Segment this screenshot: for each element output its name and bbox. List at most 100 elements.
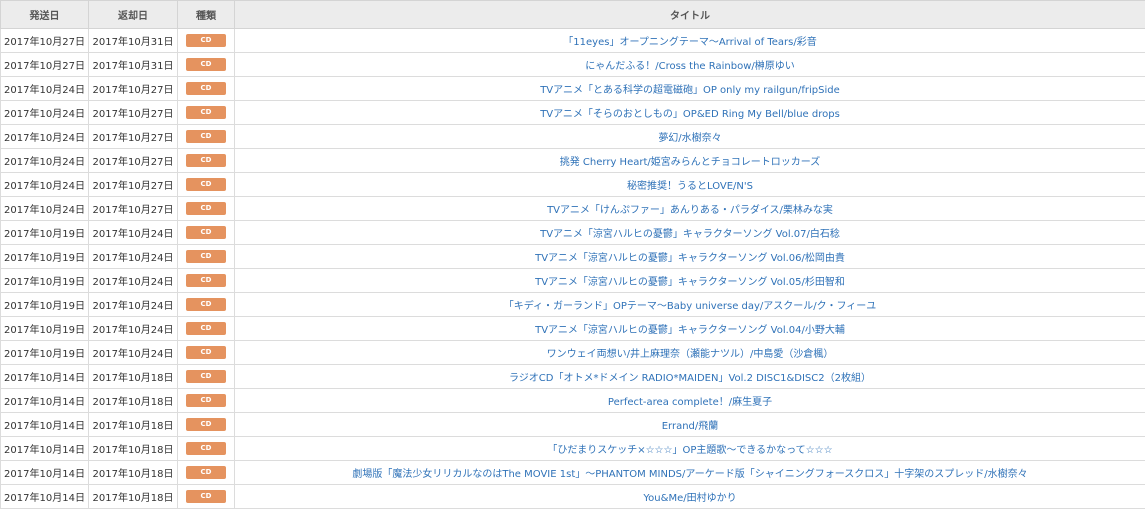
title-link[interactable]: 「キディ・ガーランド」OPテーマ～Baby universe day/アスクール…	[504, 301, 877, 312]
send-date: 2017年10月27日	[0, 28, 89, 53]
return-date: 2017年10月24日	[88, 268, 178, 293]
title-link[interactable]: TVアニメ「涼宮ハルヒの憂鬱」キャラクターソング Vol.07/白石稔	[540, 229, 840, 240]
header-return-date: 返却日	[88, 0, 178, 29]
table-row: 2017年10月14日 2017年10月18日 CD ラジオCD「オトメ*ドメイン R…	[0, 364, 1145, 389]
title-link[interactable]: 劇場版「魔法少女リリカルなのはThe MOVIE 1st」～PHANTOM MI…	[352, 469, 1027, 480]
table-row: 2017年10月19日 2017年10月24日 CD TVアニメ「涼宮ハルヒの憂鬱」キ…	[0, 316, 1145, 341]
type-badge: CD	[186, 250, 226, 263]
type-badge: CD	[186, 442, 226, 455]
type-cell: CD	[177, 268, 235, 293]
table-row: 2017年10月19日 2017年10月24日 CD TVアニメ「涼宮ハルヒの憂鬱」キ…	[0, 268, 1145, 293]
rental-history-table: 発送日 返却日 種類 タイトル 2017年10月27日 2017年10月31日 CD…	[0, 0, 1145, 509]
return-date: 2017年10月27日	[88, 76, 178, 101]
table-row: 2017年10月27日 2017年10月31日 CD にゃんだふる！/Cross th…	[0, 52, 1145, 77]
type-badge: CD	[186, 418, 226, 431]
title-link[interactable]: TVアニメ「涼宮ハルヒの憂鬱」キャラクターソング Vol.06/松岡由貴	[535, 253, 845, 264]
title-link[interactable]: にゃんだふる！/Cross the Rainbow/榊原ゆい	[585, 61, 795, 72]
type-cell: CD	[177, 484, 235, 509]
type-badge: CD	[186, 370, 226, 383]
send-date: 2017年10月19日	[0, 220, 89, 245]
title-cell: 劇場版「魔法少女リリカルなのはThe MOVIE 1st」～PHANTOM MI…	[234, 460, 1145, 485]
send-date: 2017年10月14日	[0, 460, 89, 485]
type-badge: CD	[186, 106, 226, 119]
title-link[interactable]: 「11eyes」オープニングテーマ～Arrival of Tears/彩音	[563, 37, 816, 48]
title-link[interactable]: 「ひだまりスケッチ×☆☆☆」OP主題歌～できるかなって☆☆☆	[547, 445, 832, 456]
return-date: 2017年10月27日	[88, 196, 178, 221]
title-cell: Perfect-area complete！/麻生夏子	[234, 388, 1145, 413]
type-cell: CD	[177, 28, 235, 53]
send-date: 2017年10月14日	[0, 388, 89, 413]
type-badge: CD	[186, 346, 226, 359]
send-date: 2017年10月24日	[0, 124, 89, 149]
title-cell: TVアニメ「とある科学の超電磁砲」OP only my railgun/frip…	[234, 76, 1145, 101]
table-row: 2017年10月24日 2017年10月27日 CD TVアニメ「けんぷファー」あんり…	[0, 196, 1145, 221]
title-cell: 「キディ・ガーランド」OPテーマ～Baby universe day/アスクール…	[234, 292, 1145, 317]
title-cell: TVアニメ「涼宮ハルヒの憂鬱」キャラクターソング Vol.06/松岡由貴	[234, 244, 1145, 269]
title-link[interactable]: TVアニメ「とある科学の超電磁砲」OP only my railgun/frip…	[540, 85, 840, 96]
type-cell: CD	[177, 412, 235, 437]
type-cell: CD	[177, 172, 235, 197]
header-row: 発送日 返却日 種類 タイトル	[0, 0, 1145, 29]
title-link[interactable]: You&Me/田村ゆかり	[643, 493, 736, 504]
return-date: 2017年10月24日	[88, 340, 178, 365]
table-row: 2017年10月24日 2017年10月27日 CD TVアニメ「そらのおとしもの」O…	[0, 100, 1145, 125]
type-badge: CD	[186, 34, 226, 47]
title-cell: 秘密推奨！うるとLOVE/N'S	[234, 172, 1145, 197]
table-row: 2017年10月14日 2017年10月18日 CD 劇場版「魔法少女リリカルなのはT…	[0, 460, 1145, 485]
type-badge: CD	[186, 202, 226, 215]
table-row: 2017年10月27日 2017年10月31日 CD 「11eyes」オープニングテー…	[0, 28, 1145, 53]
send-date: 2017年10月19日	[0, 268, 89, 293]
type-cell: CD	[177, 460, 235, 485]
type-cell: CD	[177, 292, 235, 317]
type-badge: CD	[186, 490, 226, 503]
title-link[interactable]: TVアニメ「涼宮ハルヒの憂鬱」キャラクターソング Vol.04/小野大輔	[535, 325, 845, 336]
title-link[interactable]: Perfect-area complete！/麻生夏子	[608, 397, 772, 408]
title-link[interactable]: 秘密推奨！うるとLOVE/N'S	[627, 181, 753, 192]
title-cell: にゃんだふる！/Cross the Rainbow/榊原ゆい	[234, 52, 1145, 77]
type-cell: CD	[177, 220, 235, 245]
type-badge: CD	[186, 82, 226, 95]
title-link[interactable]: TVアニメ「涼宮ハルヒの憂鬱」キャラクターソング Vol.05/杉田智和	[535, 277, 845, 288]
title-link[interactable]: ワンウェイ両想い/井上麻理奈（瀬能ナツル）/中島愛（沙倉楓）	[547, 349, 834, 360]
title-cell: 挑発 Cherry Heart/姫宮みらんとチョコレートロッカーズ	[234, 148, 1145, 173]
type-badge: CD	[186, 274, 226, 287]
return-date: 2017年10月24日	[88, 244, 178, 269]
return-date: 2017年10月18日	[88, 388, 178, 413]
title-link[interactable]: ラジオCD「オトメ*ドメイン RADIO*MAIDEN」Vol.2 DISC1&…	[509, 373, 871, 384]
table-row: 2017年10月19日 2017年10月24日 CD TVアニメ「涼宮ハルヒの憂鬱」キ…	[0, 220, 1145, 245]
type-cell: CD	[177, 100, 235, 125]
title-cell: TVアニメ「涼宮ハルヒの憂鬱」キャラクターソング Vol.07/白石稔	[234, 220, 1145, 245]
type-cell: CD	[177, 76, 235, 101]
return-date: 2017年10月27日	[88, 148, 178, 173]
send-date: 2017年10月14日	[0, 412, 89, 437]
title-cell: ワンウェイ両想い/井上麻理奈（瀬能ナツル）/中島愛（沙倉楓）	[234, 340, 1145, 365]
return-date: 2017年10月24日	[88, 220, 178, 245]
title-link[interactable]: TVアニメ「けんぷファー」あんりある・パラダイス/栗林みな実	[547, 205, 833, 216]
title-cell: TVアニメ「そらのおとしもの」OP&ED Ring My Bell/blue d…	[234, 100, 1145, 125]
title-cell: ラジオCD「オトメ*ドメイン RADIO*MAIDEN」Vol.2 DISC1&…	[234, 364, 1145, 389]
type-badge: CD	[186, 178, 226, 191]
type-badge: CD	[186, 130, 226, 143]
return-date: 2017年10月27日	[88, 172, 178, 197]
type-badge: CD	[186, 226, 226, 239]
title-link[interactable]: 挑発 Cherry Heart/姫宮みらんとチョコレートロッカーズ	[560, 157, 821, 168]
return-date: 2017年10月18日	[88, 460, 178, 485]
return-date: 2017年10月27日	[88, 100, 178, 125]
table-row: 2017年10月19日 2017年10月24日 CD ワンウェイ両想い/井上麻理奈（瀬…	[0, 340, 1145, 365]
return-date: 2017年10月31日	[88, 28, 178, 53]
title-link[interactable]: TVアニメ「そらのおとしもの」OP&ED Ring My Bell/blue d…	[540, 109, 840, 120]
send-date: 2017年10月14日	[0, 436, 89, 461]
title-link[interactable]: 夢幻/水樹奈々	[658, 133, 721, 144]
return-date: 2017年10月18日	[88, 436, 178, 461]
table-header: 発送日 返却日 種類 タイトル	[0, 0, 1145, 29]
send-date: 2017年10月19日	[0, 316, 89, 341]
title-link[interactable]: Errand/飛蘭	[662, 421, 719, 432]
type-badge: CD	[186, 322, 226, 335]
title-cell: TVアニメ「涼宮ハルヒの憂鬱」キャラクターソング Vol.05/杉田智和	[234, 268, 1145, 293]
send-date: 2017年10月24日	[0, 100, 89, 125]
type-badge: CD	[186, 394, 226, 407]
return-date: 2017年10月18日	[88, 412, 178, 437]
send-date: 2017年10月27日	[0, 52, 89, 77]
type-cell: CD	[177, 388, 235, 413]
type-badge: CD	[186, 58, 226, 71]
